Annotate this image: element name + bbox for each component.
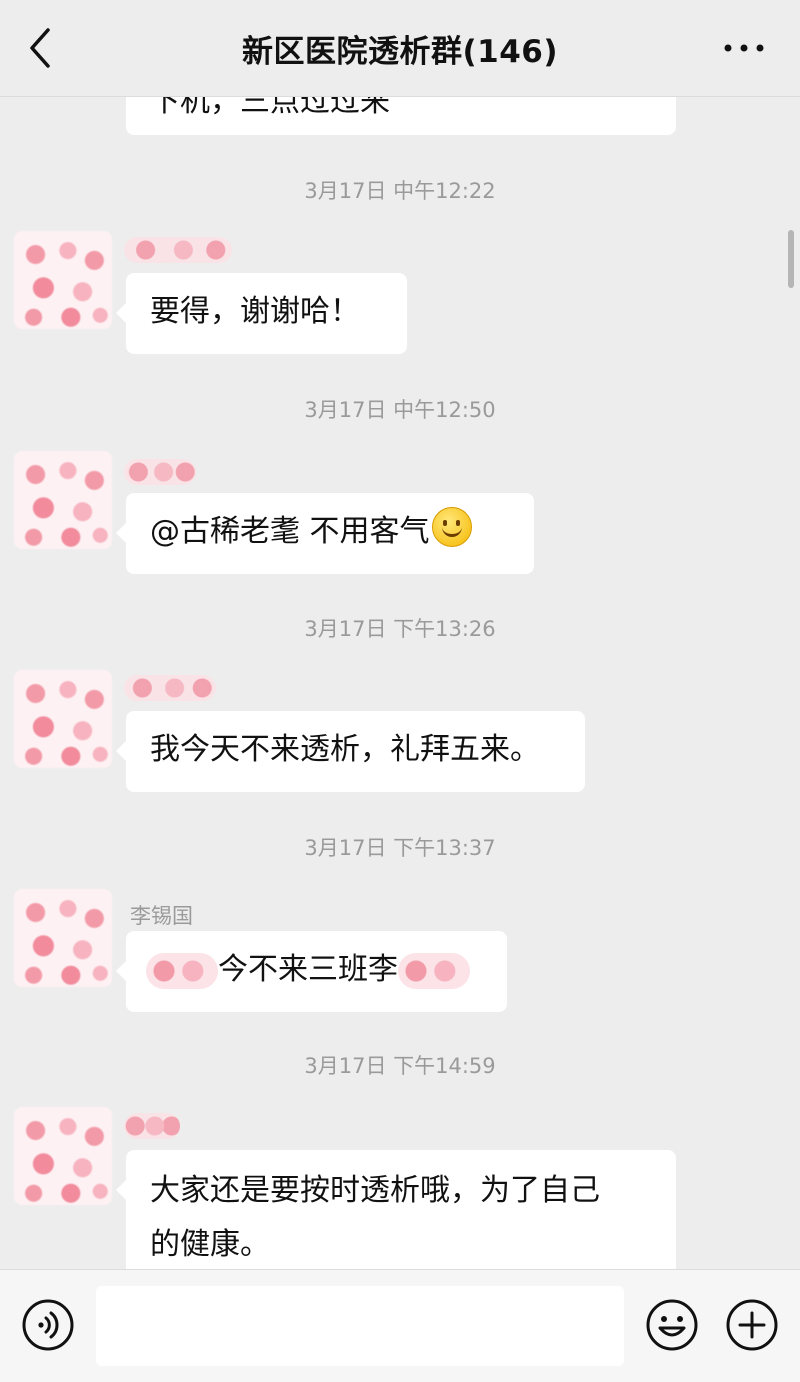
message-text: 今不来三班李 — [218, 952, 398, 987]
message-bubble[interactable]: 要得，谢谢哈！ — [116, 273, 407, 354]
sender-name-redacted — [124, 459, 196, 485]
more-functions-button[interactable] — [725, 1298, 779, 1352]
more-button[interactable] — [722, 30, 766, 66]
sender-name-redacted — [124, 675, 216, 701]
timestamp: 3月17日 下午13:26 — [304, 617, 496, 641]
sender-name-redacted — [124, 1113, 180, 1139]
avatar[interactable] — [14, 670, 112, 768]
avatar[interactable] — [14, 889, 112, 987]
redacted-text — [398, 952, 470, 989]
voice-icon — [22, 1299, 74, 1351]
avatar[interactable] — [14, 1107, 112, 1205]
timestamp: 3月17日 中午12:50 — [304, 398, 496, 422]
voice-button[interactable] — [21, 1298, 75, 1352]
message-bubble[interactable]: 今不来三班李 — [116, 931, 507, 1012]
sender-name: 李锡国 — [130, 904, 193, 928]
chat-title: 新区医院透析群(146) — [241, 34, 559, 70]
message-bubble[interactable]: @古稀老耄 不用客气 — [116, 493, 534, 574]
plus-icon — [726, 1299, 778, 1351]
avatar[interactable] — [14, 231, 112, 329]
timestamp: 3月17日 中午12:22 — [304, 179, 496, 203]
message-bubble[interactable]: 我今天不来透析，礼拜五来。 — [116, 711, 585, 792]
smile-emoji — [431, 507, 472, 547]
chat-header: 新区医院透析群(146) — [0, 0, 800, 97]
message-text: 我今天不来透析，礼拜五来。 — [150, 732, 540, 767]
message-text-line: 的健康。 — [150, 1227, 270, 1262]
emoji-icon — [646, 1299, 698, 1351]
message-bubble[interactable]: 大家还是要按时透析哦，为了自己 的健康。 — [116, 1150, 676, 1269]
message-text-line: 大家还是要按时透析哦，为了自己 — [150, 1173, 600, 1208]
timestamp: 3月17日 下午13:37 — [304, 836, 496, 860]
redacted-text — [146, 952, 218, 989]
message-bubble[interactable]: 下机，三点过过来 — [126, 97, 676, 135]
scrollbar[interactable] — [788, 230, 794, 288]
timestamp: 3月17日 下午14:59 — [304, 1054, 496, 1078]
input-bar — [0, 1269, 800, 1382]
emoji-button[interactable] — [645, 1298, 699, 1352]
message-text: 要得，谢谢哈！ — [150, 294, 360, 329]
sender-name-redacted — [124, 237, 232, 263]
more-dots-icon — [724, 44, 764, 52]
message-text: @古稀老耄 不用客气 — [150, 514, 430, 549]
message-input[interactable] — [96, 1286, 624, 1366]
avatar[interactable] — [14, 451, 112, 549]
message-text: 下机，三点过过来 — [150, 97, 390, 119]
message-list[interactable]: 下机，三点过过来 3月17日 中午12:22 要得，谢谢哈！ 3月17日 中午1… — [0, 97, 800, 1269]
